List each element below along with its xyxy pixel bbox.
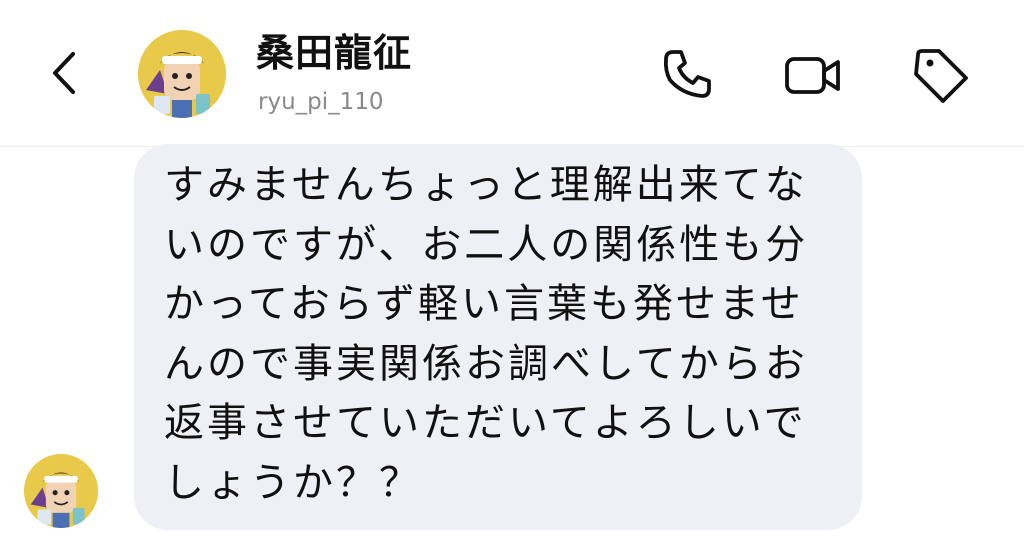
tag-icon xyxy=(914,49,968,103)
avatar-illustration-icon xyxy=(138,30,226,118)
back-button[interactable] xyxy=(40,48,90,98)
message-text: すみませんちょっと理解出来てないのですが、お二人の関係性も分かっておらず軽い言葉… xyxy=(164,162,809,506)
message-bubble[interactable]: すみませんちょっと理解出来てないのですが、お二人の関係性も分かっておらず軽い言葉… xyxy=(134,144,862,530)
contact-name[interactable]: 桑田龍征 xyxy=(256,29,412,77)
contact-handle[interactable]: ryu_pi_110 xyxy=(258,86,384,118)
chevron-left-icon xyxy=(53,52,75,94)
video-camera-icon xyxy=(785,57,840,94)
phone-icon xyxy=(663,50,711,98)
sender-avatar[interactable] xyxy=(24,454,98,528)
chat-screen: 桑田龍征 ryu_pi_110 すみませんちょっと理解出来てないのですが、お二人… xyxy=(0,0,1024,542)
chat-header: 桑田龍征 ryu_pi_110 xyxy=(0,0,1024,147)
tag-button[interactable] xyxy=(910,44,972,106)
avatar-illustration-icon xyxy=(24,454,98,528)
contact-avatar[interactable] xyxy=(138,30,226,118)
video-call-button[interactable] xyxy=(782,44,844,106)
voice-call-button[interactable] xyxy=(656,44,718,106)
